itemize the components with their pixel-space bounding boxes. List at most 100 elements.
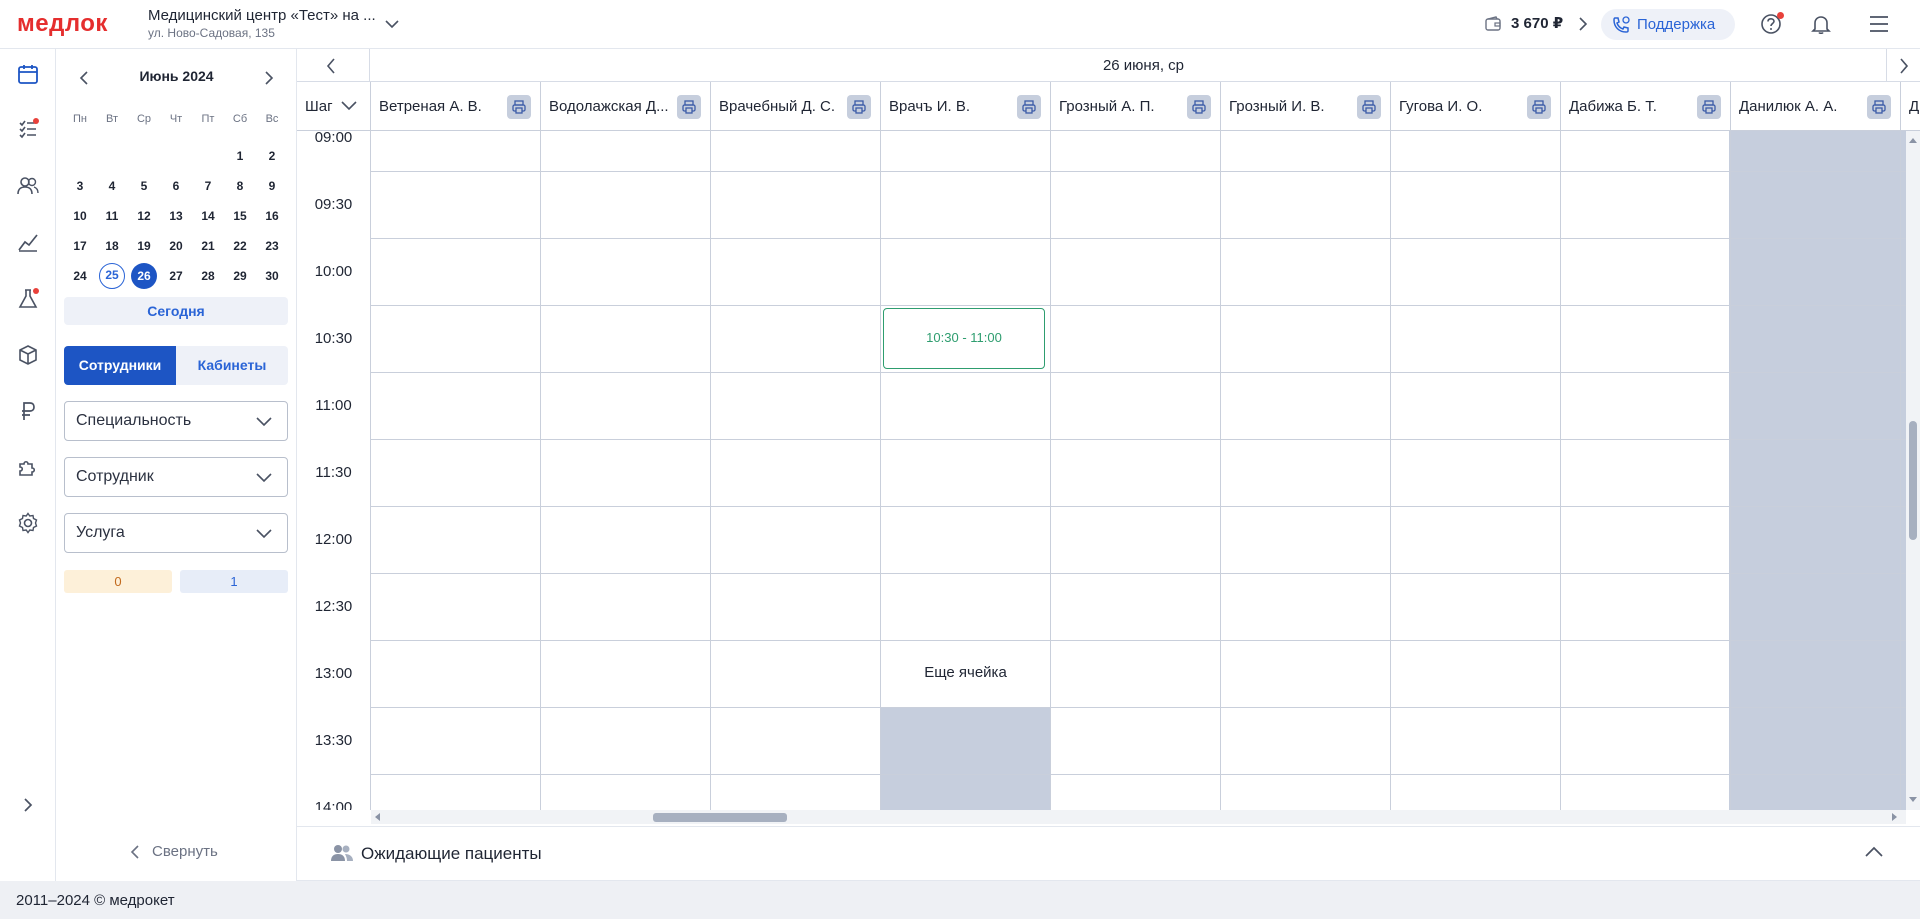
warehouse-box-icon[interactable] <box>16 343 40 367</box>
balance-amount[interactable]: 3 670 ₽ <box>1511 14 1563 32</box>
calendar-day[interactable]: 26 <box>131 263 157 289</box>
calendar-day[interactable]: 30 <box>258 264 286 288</box>
calendar-day[interactable]: 29 <box>226 264 254 288</box>
calendar-next-month-icon[interactable] <box>262 70 276 86</box>
calendar-day[interactable]: 21 <box>194 234 222 258</box>
chevron-right-icon[interactable] <box>1576 15 1590 33</box>
calendar-day[interactable]: 12 <box>130 204 158 228</box>
doctor-name: Грозный А. П. <box>1059 98 1155 115</box>
doctor-column-header[interactable]: Данилюк А. А. <box>1730 82 1900 131</box>
calendar-day[interactable]: 19 <box>130 234 158 258</box>
doctor-column-header[interactable]: Грозный И. В. <box>1220 82 1390 131</box>
calendar-day[interactable]: 24 <box>66 264 94 288</box>
printer-icon <box>852 100 866 114</box>
doctor-column-header[interactable]: Гугова И. О. <box>1390 82 1560 131</box>
doctor-column-header[interactable]: Врачебный Д. С. <box>710 82 880 131</box>
calendar-day[interactable]: 13 <box>162 204 190 228</box>
integrations-puzzle-icon[interactable] <box>16 455 40 479</box>
scroll-up-arrow-icon[interactable] <box>1909 137 1917 143</box>
calendar-day[interactable]: 28 <box>194 264 222 288</box>
calendar-day[interactable]: 2 <box>258 144 286 168</box>
calendar-day[interactable]: 6 <box>162 174 190 198</box>
ruble-icon[interactable] <box>16 399 40 423</box>
print-button[interactable] <box>1017 95 1041 119</box>
time-label: 09:30 <box>314 196 353 213</box>
calendar-day[interactable]: 25 <box>99 263 125 289</box>
patients-icon[interactable] <box>16 174 40 198</box>
calendar-day[interactable]: 4 <box>98 174 126 198</box>
collapse-panel-button[interactable]: Свернуть <box>130 843 218 860</box>
calendar-day[interactable]: 1 <box>226 144 254 168</box>
appointment-slot[interactable]: 10:30 - 11:00 <box>883 308 1045 369</box>
settings-gear-icon[interactable] <box>16 511 40 535</box>
calendar-day[interactable]: 16 <box>258 204 286 228</box>
tab-rooms[interactable]: Кабинеты <box>176 346 288 385</box>
weekday-label: Ср <box>136 113 152 125</box>
step-select[interactable]: Шаг <box>305 98 333 115</box>
logo[interactable]: медлок <box>17 10 108 38</box>
time-label: 13:00 <box>314 665 353 682</box>
tab-staff[interactable]: Сотрудники <box>64 346 176 385</box>
calendar-icon[interactable] <box>16 62 40 86</box>
calendar-day[interactable]: 8 <box>226 174 254 198</box>
weekday-label: Вс <box>265 113 279 125</box>
scroll-left-arrow-icon[interactable] <box>374 813 380 821</box>
support-button[interactable]: Поддержка <box>1601 9 1735 40</box>
calendar-day[interactable]: 20 <box>162 234 190 258</box>
blocked-column <box>1729 131 1906 810</box>
doctor-column-header[interactable]: Грозный А. П. <box>1050 82 1220 131</box>
scroll-down-arrow-icon[interactable] <box>1909 797 1917 803</box>
date-next-icon[interactable] <box>1898 57 1910 75</box>
calendar-day[interactable]: 15 <box>226 204 254 228</box>
doctor-column-header[interactable]: Ветреная А. В. <box>370 82 540 131</box>
print-button[interactable] <box>1187 95 1211 119</box>
print-button[interactable] <box>1867 95 1891 119</box>
expand-rail-chevron-icon[interactable] <box>20 796 36 814</box>
calendar-day[interactable]: 23 <box>258 234 286 258</box>
chevron-down-icon[interactable] <box>384 16 400 32</box>
grid-column-divider <box>540 131 541 810</box>
calendar-day[interactable]: 22 <box>226 234 254 258</box>
calendar-day[interactable]: 9 <box>258 174 286 198</box>
employee-select[interactable]: Сотрудник <box>64 457 288 497</box>
print-button[interactable] <box>507 95 531 119</box>
service-select[interactable]: Услуга <box>64 513 288 553</box>
printer-icon <box>1362 100 1376 114</box>
chevron-up-icon[interactable] <box>1864 845 1884 859</box>
horizontal-scrollbar[interactable] <box>371 810 1906 824</box>
bell-icon[interactable] <box>1810 13 1832 35</box>
scroll-right-arrow-icon[interactable] <box>1892 813 1898 821</box>
calendar-day[interactable]: 18 <box>98 234 126 258</box>
printer-icon <box>682 100 696 114</box>
print-button[interactable] <box>1697 95 1721 119</box>
print-button[interactable] <box>1527 95 1551 119</box>
calendar-day[interactable]: 11 <box>98 204 126 228</box>
vertical-scrollbar-thumb[interactable] <box>1909 421 1917 540</box>
specialty-select[interactable]: Специальность <box>64 401 288 441</box>
calendar-day[interactable]: 17 <box>66 234 94 258</box>
doctor-column-header[interactable]: Дабижа Б. Т. <box>1560 82 1730 131</box>
horizontal-scrollbar-thumb[interactable] <box>653 813 787 822</box>
calendar-day[interactable]: 7 <box>194 174 222 198</box>
calendar-day[interactable]: 5 <box>130 174 158 198</box>
analytics-icon[interactable] <box>16 230 40 254</box>
print-button[interactable] <box>677 95 701 119</box>
count-badge-orange[interactable]: 0 <box>64 570 172 593</box>
menu-icon[interactable] <box>1868 14 1890 34</box>
grid-row-divider <box>370 372 1906 373</box>
calendar-day[interactable]: 10 <box>66 204 94 228</box>
doctor-column-header[interactable]: Водолажская Д... <box>540 82 710 131</box>
calendar-day[interactable]: 14 <box>194 204 222 228</box>
grid-column-divider <box>370 131 371 810</box>
doctor-column-header[interactable]: Врачъ И. В. <box>880 82 1050 131</box>
print-button[interactable] <box>847 95 871 119</box>
clinic-name[interactable]: Медицинский центр «Тест» на ... <box>148 7 376 24</box>
calendar-day[interactable]: 3 <box>66 174 94 198</box>
more-cell-label[interactable]: Еще ячейка <box>880 664 1051 681</box>
doctor-column-header[interactable]: Д <box>1900 82 1919 131</box>
today-button[interactable]: Сегодня <box>64 297 288 325</box>
count-badge-blue[interactable]: 1 <box>180 570 288 593</box>
chevron-down-icon[interactable] <box>340 100 358 112</box>
print-button[interactable] <box>1357 95 1381 119</box>
calendar-day[interactable]: 27 <box>162 264 190 288</box>
